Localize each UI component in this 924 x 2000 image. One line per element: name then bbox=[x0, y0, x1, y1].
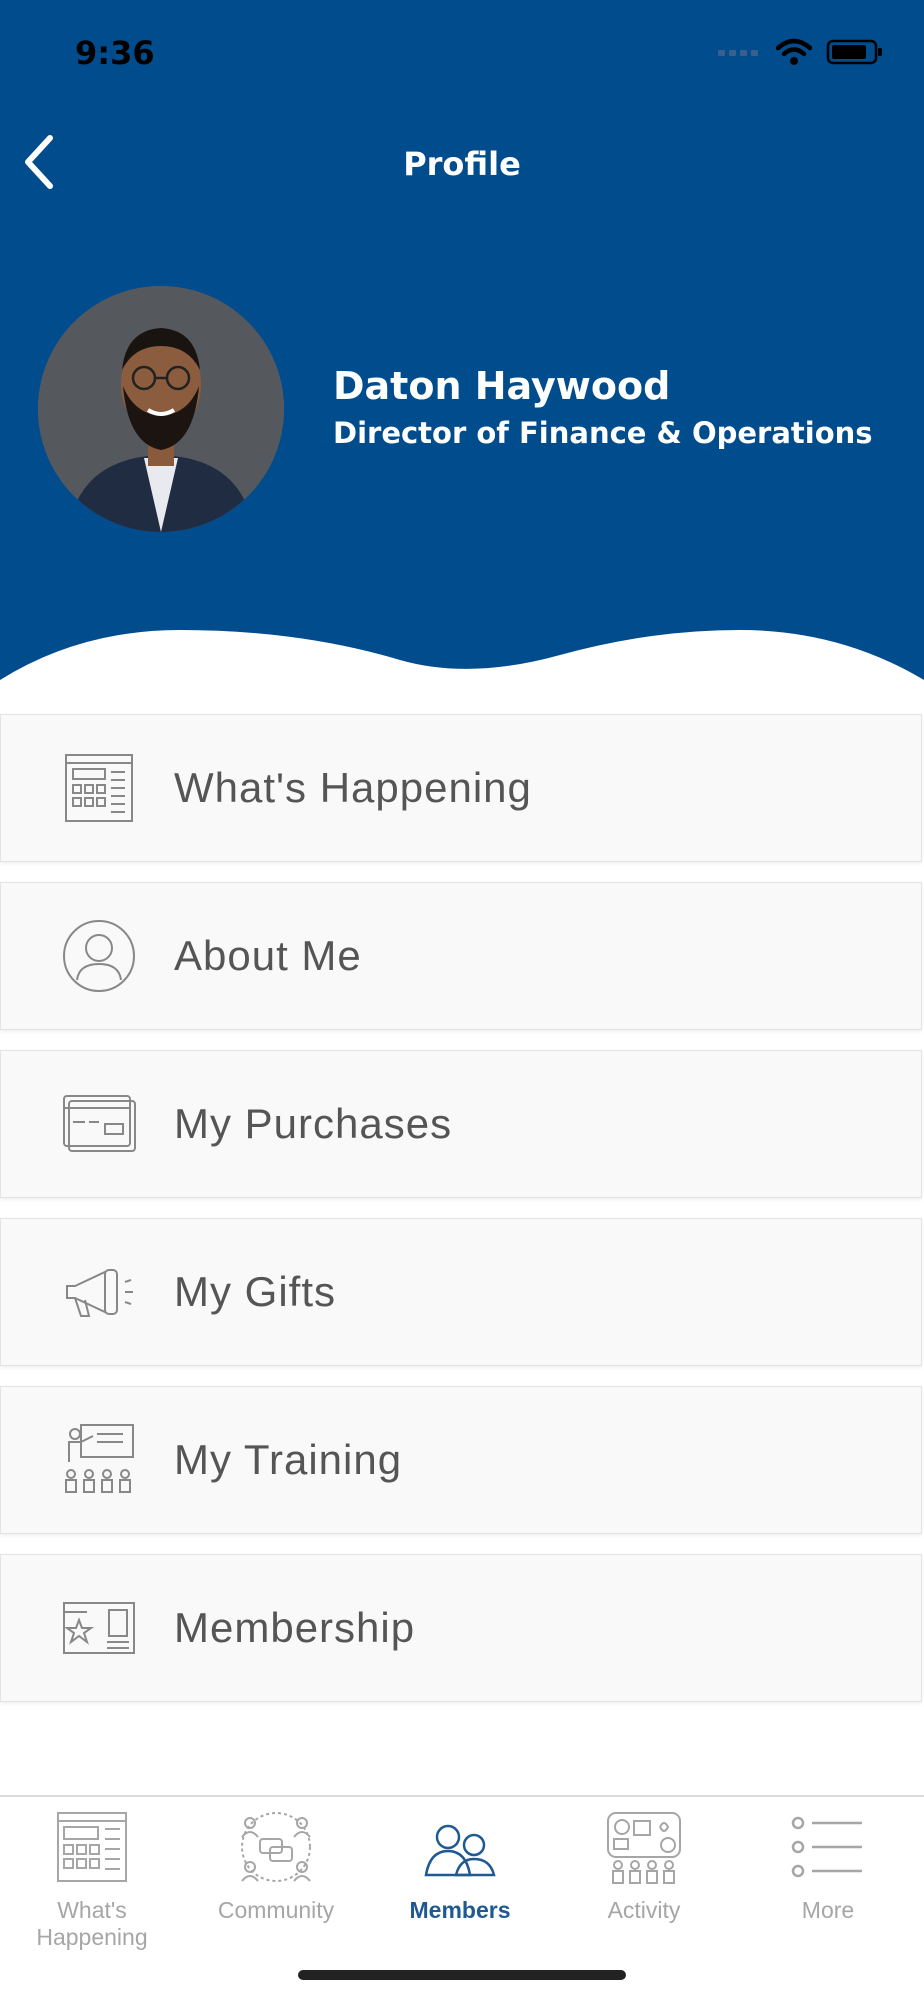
menu-item-about-me[interactable]: About Me bbox=[0, 882, 922, 1030]
tab-label: More bbox=[801, 1897, 855, 1923]
list-icon bbox=[791, 1816, 862, 1878]
tab-label: Community bbox=[217, 1897, 335, 1923]
status-time: 9:36 bbox=[75, 34, 155, 72]
members-icon bbox=[424, 1824, 496, 1877]
tab-label: Activity bbox=[607, 1897, 681, 1923]
avatar bbox=[38, 286, 284, 532]
tab-label: What's Happening bbox=[36, 1897, 148, 1950]
tab-bar: What's Happening Community Members Activ… bbox=[0, 1795, 924, 1950]
menu-item-my-gifts[interactable]: My Gifts bbox=[0, 1218, 922, 1366]
activity-icon bbox=[607, 1812, 681, 1884]
wifi-icon bbox=[776, 38, 812, 65]
menu-item-label: Membership bbox=[174, 1604, 416, 1651]
membership-card-icon bbox=[59, 1588, 139, 1668]
user-circle-icon bbox=[59, 916, 139, 996]
page-title: Profile bbox=[403, 145, 521, 183]
newspaper-icon bbox=[59, 748, 139, 828]
signal-icon bbox=[718, 50, 758, 56]
newspaper-icon bbox=[57, 1812, 127, 1882]
credit-card-icon bbox=[59, 1084, 139, 1164]
tab-more[interactable]: More bbox=[736, 1797, 920, 1937]
tab-members[interactable]: Members bbox=[368, 1797, 552, 1937]
tab-whats-happening[interactable]: What's Happening bbox=[0, 1797, 184, 1950]
menu-item-label: My Purchases bbox=[174, 1100, 453, 1147]
megaphone-icon bbox=[59, 1252, 139, 1332]
header-wave bbox=[0, 630, 924, 710]
menu-item-my-training[interactable]: My Training bbox=[0, 1386, 922, 1534]
menu-item-label: What's Happening bbox=[174, 764, 532, 811]
community-icon bbox=[241, 1812, 311, 1882]
menu-item-label: My Training bbox=[174, 1436, 403, 1483]
menu-item-membership[interactable]: Membership bbox=[0, 1554, 922, 1702]
tab-community[interactable]: Community bbox=[184, 1797, 368, 1937]
profile-name: Daton Haywood bbox=[333, 364, 671, 408]
menu-item-my-purchases[interactable]: My Purchases bbox=[0, 1050, 922, 1198]
battery-icon bbox=[826, 39, 882, 65]
tab-label: Members bbox=[409, 1897, 511, 1923]
menu-item-label: My Gifts bbox=[174, 1268, 336, 1315]
training-icon bbox=[59, 1420, 139, 1500]
menu-item-whats-happening[interactable]: What's Happening bbox=[0, 714, 922, 862]
menu-item-label: About Me bbox=[174, 932, 362, 979]
status-icons bbox=[718, 38, 884, 66]
tab-activity[interactable]: Activity bbox=[552, 1797, 736, 1937]
profile-header: 9:36 Profile Daton Haywood Director of F… bbox=[0, 0, 924, 710]
profile-role: Director of Finance & Operations bbox=[333, 416, 873, 450]
home-indicator[interactable] bbox=[298, 1970, 626, 1980]
avatar-portrait bbox=[38, 286, 284, 532]
